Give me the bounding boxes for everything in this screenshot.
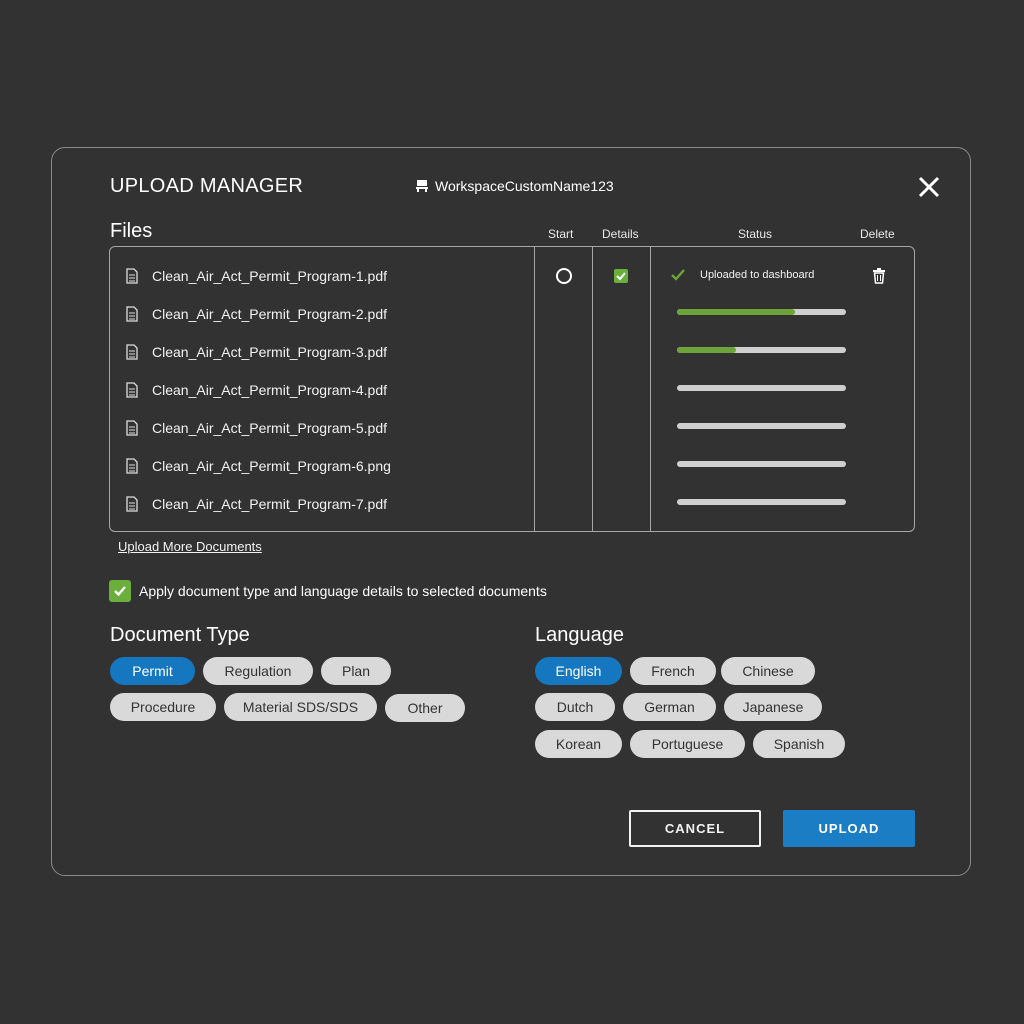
files-table: Clean_Air_Act_Permit_Program-1.pdf Uploa… (109, 246, 915, 532)
check-icon (114, 586, 126, 597)
language-chip-german[interactable]: German (623, 693, 716, 721)
file-row: Clean_Air_Act_Permit_Program-3.pdf (110, 333, 914, 371)
trash-icon[interactable] (872, 268, 886, 284)
language-label: Language (535, 624, 624, 646)
document-icon (126, 496, 138, 512)
progress-bar (677, 385, 846, 391)
workspace-indicator: WorkspaceCustomName123 (415, 178, 614, 194)
language-chip-dutch[interactable]: Dutch (535, 693, 615, 721)
workspace-icon (416, 180, 428, 192)
apply-details-label: Apply document type and language details… (139, 583, 547, 599)
doctype-chip-procedure[interactable]: Procedure (110, 693, 216, 721)
doctype-chip-regulation[interactable]: Regulation (203, 657, 313, 685)
language-chip-spanish[interactable]: Spanish (753, 730, 845, 758)
status-column-header: Status (738, 227, 773, 241)
language-chip-japanese[interactable]: Japanese (724, 693, 822, 721)
apply-details-checkbox[interactable] (109, 580, 131, 602)
file-name: Clean_Air_Act_Permit_Program-2.pdf (152, 306, 387, 322)
language-chip-french[interactable]: French (630, 657, 716, 685)
progress-bar (677, 347, 846, 353)
document-icon (126, 420, 138, 436)
document-icon (126, 458, 138, 474)
progress-bar (677, 309, 846, 315)
document-icon (126, 306, 138, 322)
close-icon[interactable] (917, 175, 941, 199)
language-chip-english[interactable]: English (535, 657, 622, 685)
doctype-chip-permit[interactable]: Permit (110, 657, 195, 685)
start-column-header: Start (548, 227, 574, 241)
file-row: Clean_Air_Act_Permit_Program-5.pdf (110, 409, 914, 447)
check-icon (671, 269, 685, 281)
doctype-chip-other[interactable]: Other (385, 694, 465, 722)
upload-manager-dialog: UPLOAD MANAGER WorkspaceCustomName123 Fi… (51, 147, 971, 876)
apply-details-option: Apply document type and language details… (109, 580, 547, 602)
status-text: Uploaded to dashboard (700, 269, 815, 281)
details-column-header: Details (602, 227, 639, 241)
doctype-chip-plan[interactable]: Plan (321, 657, 391, 685)
progress-bar (677, 423, 846, 429)
document-icon (126, 268, 138, 284)
document-icon (126, 344, 138, 360)
file-row: Clean_Air_Act_Permit_Program-4.pdf (110, 371, 914, 409)
file-name: Clean_Air_Act_Permit_Program-5.pdf (152, 420, 387, 436)
dialog-title: UPLOAD MANAGER (110, 175, 304, 197)
file-row: Clean_Air_Act_Permit_Program-2.pdf (110, 295, 914, 333)
file-name: Clean_Air_Act_Permit_Program-7.pdf (152, 496, 387, 512)
doctype-chip-material-sds[interactable]: Material SDS/SDS (224, 693, 377, 721)
workspace-name: WorkspaceCustomName123 (435, 178, 614, 194)
document-icon (126, 382, 138, 398)
progress-bar (677, 499, 846, 505)
upload-more-link[interactable]: Upload More Documents (118, 539, 262, 554)
file-row: Clean_Air_Act_Permit_Program-7.pdf (110, 485, 914, 523)
language-chip-portuguese[interactable]: Portuguese (630, 730, 745, 758)
file-row: Clean_Air_Act_Permit_Program-1.pdf Uploa… (110, 257, 914, 295)
document-type-label: Document Type (110, 624, 250, 646)
file-name: Clean_Air_Act_Permit_Program-3.pdf (152, 344, 387, 360)
file-name: Clean_Air_Act_Permit_Program-1.pdf (152, 268, 387, 284)
file-name: Clean_Air_Act_Permit_Program-4.pdf (152, 382, 387, 398)
delete-column-header: Delete (860, 227, 895, 241)
details-checkbox[interactable] (614, 269, 628, 283)
cancel-button[interactable]: CANCEL (629, 810, 761, 847)
progress-fill (677, 347, 737, 353)
progress-fill (677, 309, 796, 315)
files-label: Files (110, 220, 153, 242)
start-radio[interactable] (556, 268, 572, 284)
language-chip-korean[interactable]: Korean (535, 730, 622, 758)
upload-status: Uploaded to dashboard (670, 268, 814, 282)
file-name: Clean_Air_Act_Permit_Program-6.png (152, 458, 391, 474)
upload-button[interactable]: UPLOAD (783, 810, 915, 847)
progress-bar (677, 461, 846, 467)
language-chip-chinese[interactable]: Chinese (721, 657, 815, 685)
file-row: Clean_Air_Act_Permit_Program-6.png (110, 447, 914, 485)
check-icon (616, 272, 626, 281)
